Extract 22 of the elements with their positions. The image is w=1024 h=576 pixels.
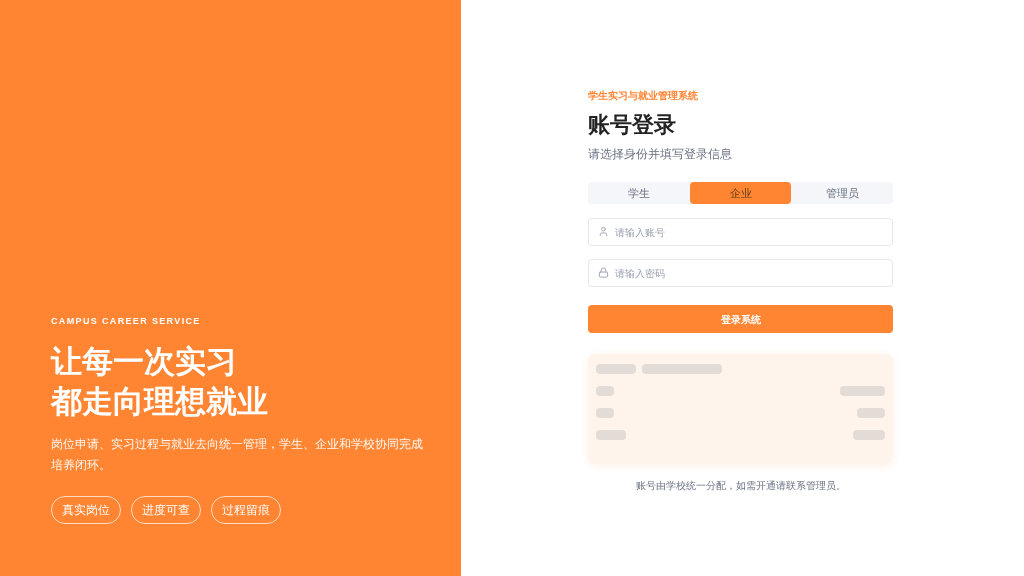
footnote-text: 账号由学校统一分配，如需开通请联系管理员。 (634, 479, 847, 493)
redacted-text (596, 386, 614, 396)
headline-text: 让每一次实习 (51, 343, 238, 381)
password-field[interactable]: 请输入密码 (588, 259, 893, 287)
system-name: 学生实习与就业管理系统 (588, 89, 699, 103)
headline-text: 都走向理想就业 (51, 383, 269, 421)
account-field[interactable]: 请输入账号 (588, 218, 893, 246)
role-tab[interactable]: 学生 (588, 182, 690, 204)
role-tab[interactable]: 管理员 (791, 182, 893, 204)
user-icon (598, 226, 609, 237)
redacted-text (840, 386, 885, 396)
role-tab[interactable]: 企业 (689, 182, 792, 204)
login-subtitle: 请选择身份并填写登录信息 (588, 146, 733, 163)
description-text: 岗位申请、实习过程与就业去向统一管理，学生、企业和学校协同完成培养闭环。 (51, 436, 423, 474)
eyebrow-text: CAMPUS CAREER SERVICE (51, 314, 202, 328)
login-title: 账号登录 (588, 111, 677, 139)
redacted-text (853, 430, 885, 440)
redacted-text (596, 408, 614, 418)
lock-icon (598, 267, 609, 278)
redacted-text (596, 430, 626, 440)
redacted-text (857, 408, 885, 418)
redacted-text (596, 364, 636, 374)
